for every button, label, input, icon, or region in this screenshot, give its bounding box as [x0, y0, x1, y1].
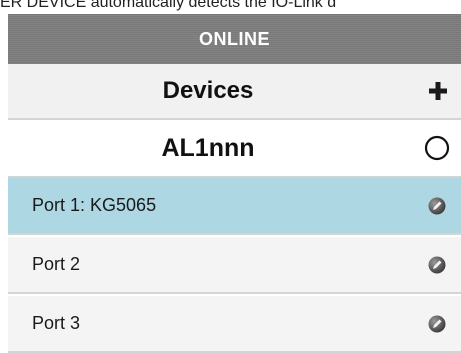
devices-header-row: Devices	[8, 64, 461, 120]
circle-icon[interactable]	[424, 135, 450, 161]
port-label: Port 1: KG5065	[32, 195, 157, 215]
port-row-2[interactable]: Port 2	[8, 237, 461, 294]
edit-icon[interactable]	[428, 256, 446, 274]
plus-icon[interactable]	[428, 81, 448, 101]
devices-title: Devices	[162, 77, 254, 104]
online-status-label: ONLINE	[198, 29, 270, 49]
port-row-3[interactable]: Port 3	[8, 296, 461, 353]
port-row-1[interactable]: Port 1: KG5065	[8, 178, 461, 235]
intro-text: ER DEVICE automatically detects the IO-L…	[0, 0, 337, 11]
port-label: Port 3	[32, 313, 81, 333]
device-panel: ONLINE Devices AL1nnn Port 1: KG5065 Por…	[8, 14, 461, 353]
online-status-bar: ONLINE	[8, 14, 461, 64]
edit-icon[interactable]	[428, 315, 446, 333]
port-label: Port 2	[32, 254, 81, 274]
device-row-al1nnn[interactable]: AL1nnn	[8, 120, 461, 178]
device-name: AL1nnn	[161, 134, 255, 162]
edit-icon[interactable]	[428, 197, 446, 215]
